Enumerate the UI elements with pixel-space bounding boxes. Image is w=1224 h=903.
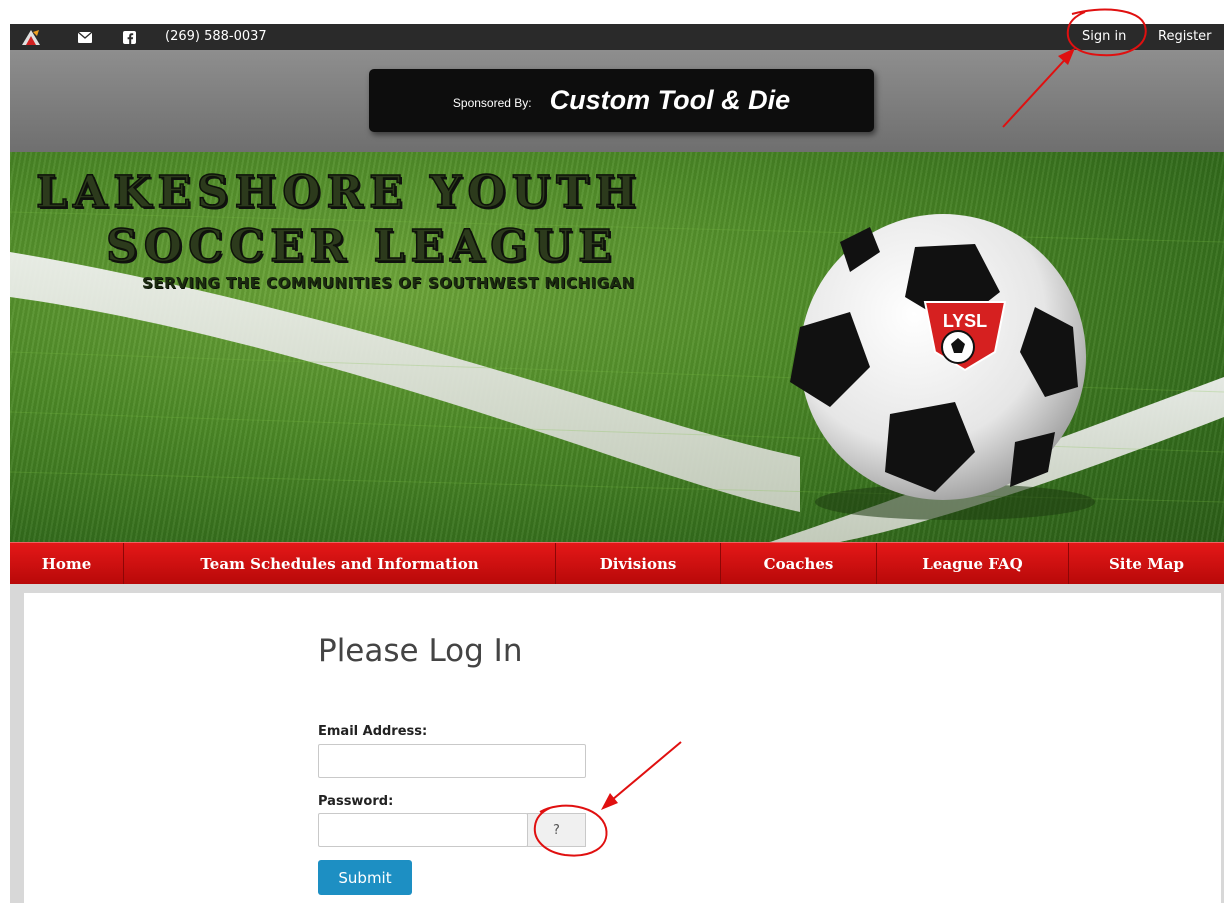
- page: (269) 588-0037 Sign in Register Sponsore…: [0, 0, 1224, 903]
- top-bar: (269) 588-0037 Sign in Register: [10, 24, 1224, 50]
- sponsor-name: Custom Tool & Die: [549, 85, 791, 115]
- nav-item-site-map[interactable]: Site Map: [1069, 543, 1224, 585]
- password-help-button[interactable]: ?: [527, 813, 586, 847]
- league-title-line1: LAKESHORE YOUTH: [35, 166, 643, 219]
- submit-button[interactable]: Submit: [318, 860, 412, 895]
- sponsor-label: Sponsored By:: [452, 95, 532, 110]
- nav-item-divisions[interactable]: Divisions: [556, 543, 721, 585]
- header-banner: LYSL LAKESHORE YOUTH SOCCER LEAGUE SERVI…: [10, 152, 1224, 542]
- email-field[interactable]: [318, 744, 586, 778]
- main-nav: Home Team Schedules and Information Divi…: [10, 542, 1224, 585]
- content-panel: [24, 593, 1221, 903]
- facebook-icon[interactable]: [116, 24, 142, 50]
- nav-item-home[interactable]: Home: [10, 543, 124, 585]
- mail-icon[interactable]: [72, 24, 98, 50]
- lysl-logo-icon[interactable]: [18, 24, 44, 50]
- sign-in-link[interactable]: Sign in: [1082, 24, 1126, 50]
- league-title: LAKESHORE YOUTH SOCCER LEAGUE: [35, 166, 643, 274]
- password-field[interactable]: [318, 813, 528, 847]
- phone-number[interactable]: (269) 588-0037: [165, 24, 267, 50]
- nav-item-coaches[interactable]: Coaches: [721, 543, 877, 585]
- page-title: Please Log In: [318, 633, 523, 669]
- password-label: Password:: [318, 794, 394, 809]
- nav-item-league-faq[interactable]: League FAQ: [877, 543, 1069, 585]
- league-title-line2: SOCCER LEAGUE: [105, 220, 618, 273]
- register-link[interactable]: Register: [1158, 24, 1212, 50]
- nav-item-team-schedules[interactable]: Team Schedules and Information: [124, 543, 556, 585]
- league-subtitle: SERVING THE COMMUNITIES OF SOUTHWEST MIC…: [142, 274, 635, 292]
- ball-badge-text: LYSL: [943, 311, 987, 331]
- email-label: Email Address:: [318, 724, 428, 739]
- sponsor-box[interactable]: Sponsored By: Custom Tool & Die: [369, 69, 874, 132]
- sponsor-band: Sponsored By: Custom Tool & Die: [10, 50, 1224, 152]
